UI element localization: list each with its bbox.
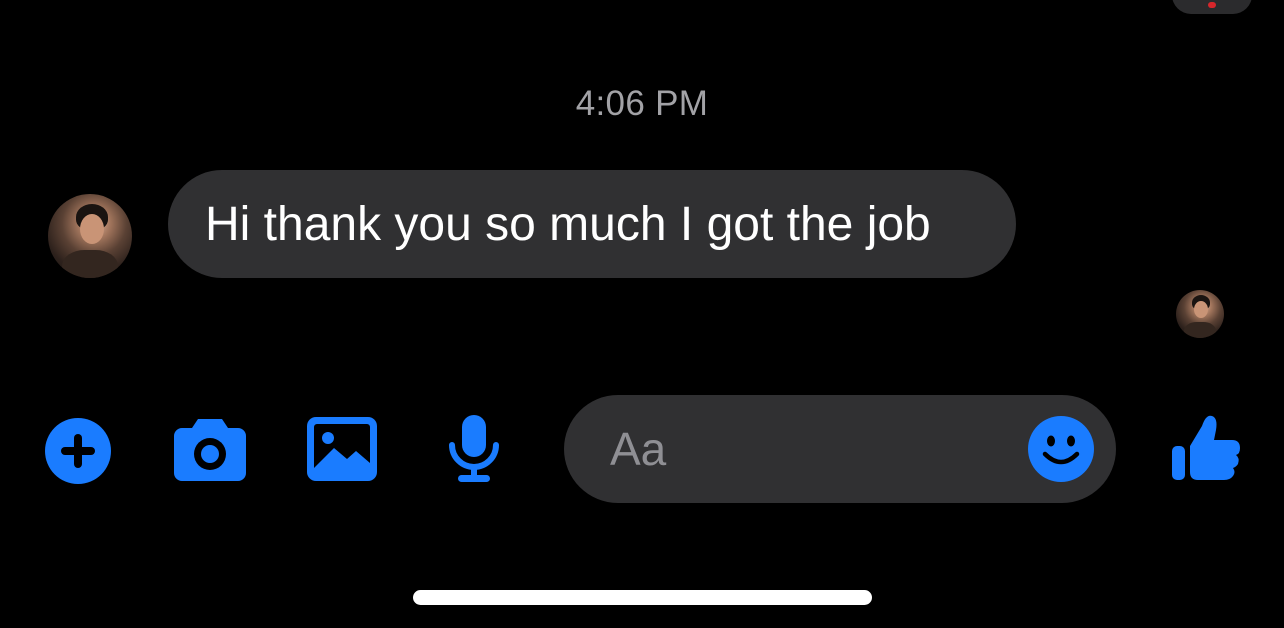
message-text: Hi thank you so much I got the job <box>205 197 931 251</box>
notification-dot <box>1208 2 1216 8</box>
camera-button[interactable] <box>174 419 246 481</box>
voice-button[interactable] <box>446 415 502 483</box>
message-input[interactable] <box>610 395 1010 503</box>
avatar-body <box>62 250 118 278</box>
smiley-icon <box>1028 416 1094 482</box>
read-receipt-avatar <box>1176 290 1224 338</box>
incoming-message-bubble[interactable]: Hi thank you so much I got the job <box>168 170 1016 278</box>
top-overlay-pill <box>1172 0 1252 14</box>
thumbs-up-icon <box>1172 415 1240 480</box>
emoji-button[interactable] <box>1028 416 1094 487</box>
avatar-face <box>80 214 104 244</box>
avatar-face <box>1194 301 1208 318</box>
photo-gallery-icon <box>307 417 377 481</box>
microphone-icon <box>449 415 499 482</box>
avatar-body <box>1184 322 1216 338</box>
like-button[interactable] <box>1170 410 1242 482</box>
add-button[interactable] <box>45 418 111 484</box>
message-composer[interactable] <box>564 395 1116 503</box>
message-timestamp: 4:06 PM <box>575 84 709 123</box>
contact-avatar[interactable] <box>48 194 132 278</box>
camera-icon <box>174 419 246 481</box>
gallery-button[interactable] <box>307 417 377 481</box>
plus-circle-icon <box>45 418 111 484</box>
home-indicator[interactable] <box>413 590 872 605</box>
